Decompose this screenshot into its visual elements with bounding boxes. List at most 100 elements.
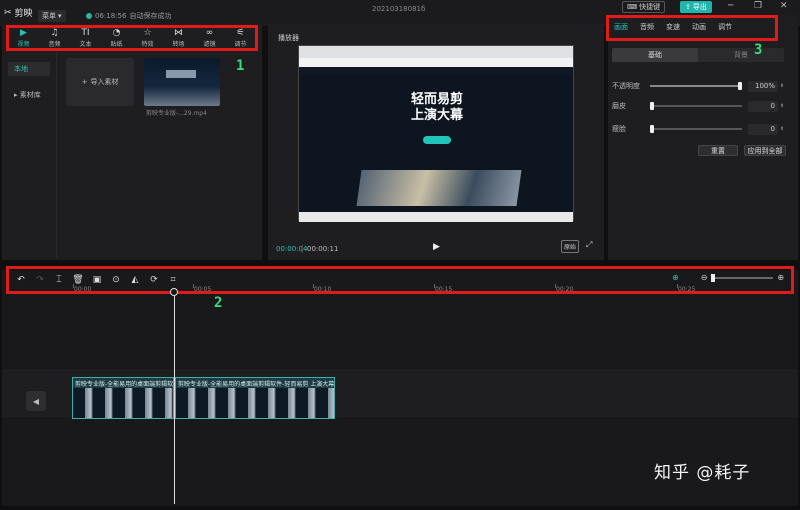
spin-arrows-icon[interactable]: ⬍ [778,83,786,89]
hero-product-image [356,170,522,206]
slim-face-value[interactable]: 0 [748,123,778,135]
player-title: 播放器 [278,34,299,42]
zoom-out-icon[interactable]: ⊖ [701,273,708,282]
plus-icon: + [81,78,88,86]
app-logo: ✂ 剪映 [4,6,33,20]
undo-icon[interactable]: ↶ [14,275,28,285]
playhead[interactable] [174,288,175,504]
scissors-icon: ✂ [4,7,12,18]
watermark: 知乎 @耗子 [654,463,751,483]
ruler-tick: 00:00 [72,284,92,293]
link-icon[interactable]: ⊕ [672,273,679,282]
shortcut-button[interactable]: ⌨ 快捷键 [622,1,666,13]
redo-icon[interactable]: ↷ [33,275,47,285]
tab-effects[interactable]: ☆ 特效 [134,28,162,50]
transition-icon: ⋈ [174,28,183,38]
sidebar-item-library[interactable]: ▸ 素材库 [8,88,50,102]
maximize-icon[interactable]: ❐ [754,1,762,11]
player-screen[interactable]: 轻而易剪 上演大幕 [298,45,574,222]
opacity-slider[interactable] [650,82,742,90]
slider-knob[interactable] [650,102,654,110]
sidebar-item-local[interactable]: 本地 [8,62,50,76]
slider-knob[interactable] [650,125,654,133]
fullscreen-icon[interactable]: ⤢ [586,240,592,250]
original-ratio-button[interactable]: 原始 [561,240,580,253]
slider-knob[interactable] [738,82,742,90]
split-icon[interactable]: ⌶ [52,275,66,285]
total-time: 00:00:11 [307,245,339,253]
track-audio-icon[interactable]: ◀ [26,391,46,411]
sticker-icon: ◔ [112,28,121,38]
smooth-value[interactable]: 0 [748,100,778,112]
tab-label: 调节 [234,41,247,48]
save-status: 06:18:56 自动保存成功 [86,11,171,21]
smooth-slider[interactable] [650,102,742,110]
play-icon[interactable]: ▶ [433,242,440,252]
keyboard-icon: ⌨ [627,3,638,11]
tab-audio-props[interactable]: 音频 [638,22,656,32]
browser-download-bar [299,212,573,222]
tab-speed[interactable]: 变速 [664,22,682,32]
tab-audio[interactable]: ♫ 音频 [41,28,69,50]
subtab-background[interactable]: 背景 [698,48,784,62]
smooth-label: 磨皮 [612,102,626,110]
audio-icon: ♫ [50,28,59,38]
media-clip-name: 剪映专业版-...29.mp4 [146,110,207,117]
tab-text[interactable]: TI 文本 [72,28,100,50]
video-icon: ▶ [20,28,27,38]
export-icon: ⇪ [685,3,691,11]
mirror-icon[interactable]: ◭ [128,275,142,285]
spin-arrows-icon[interactable]: ⬍ [778,103,786,109]
tab-label: 视频 [17,41,30,48]
tab-transition[interactable]: ⋈ 转场 [165,28,193,50]
freeze-frame-icon[interactable]: ▣ [90,275,104,285]
save-time: 06:18:56 [95,12,127,20]
slider-knob[interactable] [711,273,716,282]
crop-icon[interactable]: ⌗ [166,275,180,285]
export-button[interactable]: ⇪ 导出 [680,1,712,13]
tab-video[interactable]: ▶ 视频 [10,28,38,50]
menu-button[interactable]: 菜单 ▾ [38,10,66,22]
media-clip-thumbnail[interactable] [144,58,220,106]
spin-arrows-icon[interactable]: ⬍ [778,126,786,132]
tab-filter[interactable]: ∞ 滤镜 [196,28,224,50]
timeline-clip-1[interactable]: 剪映专业版-全能易用的桌面端剪辑软件-轻而易剪 上演大幕 [72,377,174,419]
minimize-icon[interactable]: ─ [728,1,733,11]
subtab-basic[interactable]: 基础 [612,48,698,62]
tab-label: 滤镜 [203,41,216,48]
zoom-slider[interactable] [711,273,774,282]
annotation-2: 2 [214,295,223,311]
tab-adjust-props[interactable]: 调节 [716,22,734,32]
project-title: 20210318081б [372,5,426,13]
tab-animation[interactable]: 动画 [690,22,708,32]
opacity-label: 不透明度 [612,82,640,90]
tab-adjust[interactable]: ⚟ 调节 [227,28,255,50]
rotate-icon[interactable]: ⟳ [147,275,161,285]
playhead-handle[interactable] [170,288,178,296]
timeline-ruler[interactable]: 00:00 00:05 00:10 00:15 00:20 00:25 [2,284,798,296]
app-name: 剪映 [14,9,33,19]
timeline-clip-2[interactable]: 剪映专业版-全能易用的桌面端剪辑软件-轻而易剪 上演大幕 [175,377,335,419]
slim-face-slider[interactable] [650,125,742,133]
ruler-tick: 00:10 [312,284,332,293]
slim-face-row: 瘦脸 0 ⬍ [612,123,786,135]
apply-all-button[interactable]: 应用到全部 [744,145,786,156]
sidebar-divider [56,52,57,258]
opacity-value[interactable]: 100% [748,80,778,92]
browser-url-bar [299,58,573,67]
effects-icon: ☆ [143,28,152,38]
filter-icon: ∞ [205,28,214,38]
status-dot-icon [86,13,92,19]
tab-sticker[interactable]: ◔ 贴纸 [103,28,131,50]
ruler-tick: 00:15 [433,284,453,293]
tab-picture[interactable]: 画面 [612,22,630,32]
reset-button[interactable]: 重置 [698,145,738,156]
thumbnail-title-shape [166,70,196,78]
timeline-toolbar: ↶ ↷ ⌶ 🗑 ▣ ⊙ ◭ ⟳ ⌗ [14,275,194,285]
menu-label: 菜单 [42,12,56,20]
reverse-icon[interactable]: ⊙ [109,275,123,285]
import-media-button[interactable]: + 导入素材 [66,58,134,106]
ruler-tick: 00:05 [192,284,212,293]
close-icon[interactable]: ✕ [780,1,788,11]
zoom-in-icon[interactable]: ⊕ [777,273,784,282]
